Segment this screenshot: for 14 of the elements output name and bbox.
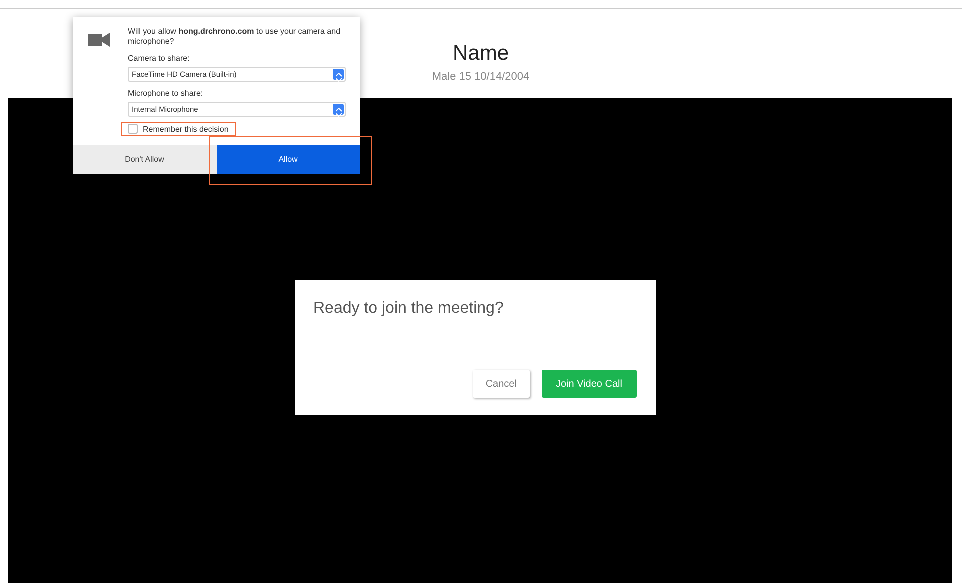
patient-name: Name (452, 43, 510, 65)
camera-label: Camera to share: (128, 54, 191, 63)
patient-details: Male 15 10/14/2004 (432, 71, 530, 83)
dialog-title: Ready to join the meeting? (314, 300, 505, 318)
deny-button[interactable]: Don't Allow (73, 145, 216, 174)
stepper-icon (333, 104, 344, 115)
video-camera-icon (88, 32, 110, 48)
stepper-icon (333, 69, 344, 80)
remember-label: Remember this decision (143, 124, 229, 134)
cancel-button[interactable]: Cancel (472, 370, 530, 398)
checkbox[interactable] (128, 124, 138, 134)
permission-message: Will you allow hong.drchrono.com to use your camera and microphone? (128, 27, 342, 47)
microphone-label: Microphone to share: (128, 89, 204, 98)
allow-button[interactable]: Allow (216, 145, 360, 174)
